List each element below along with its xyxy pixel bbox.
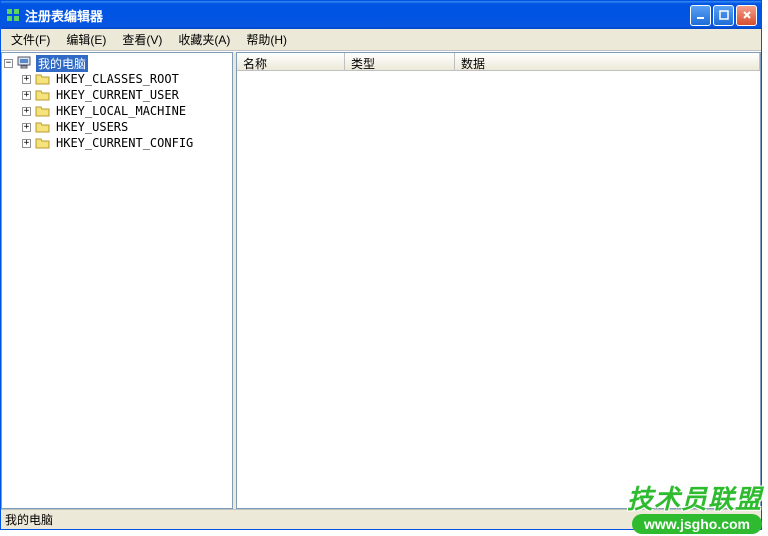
tree-node-label[interactable]: HKEY_CLASSES_ROOT [54,72,181,86]
minimize-button[interactable] [690,5,711,26]
titlebar[interactable]: 注册表编辑器 [1,1,761,29]
close-button[interactable] [736,5,757,26]
content-area: − 我的电脑 + HKEY_CLASSES_ROOT + HKEY_CURRENT_U… [1,51,761,509]
menubar: 文件(F) 编辑(E) 查看(V) 收藏夹(A) 帮助(H) [1,29,761,51]
window-title: 注册表编辑器 [25,6,690,25]
column-name[interactable]: 名称 [237,53,345,70]
list-body[interactable] [237,71,760,508]
status-path: 我的电脑 [5,511,53,528]
tree-node[interactable]: + HKEY_USERS [22,119,230,135]
tree-node-label[interactable]: HKEY_CURRENT_CONFIG [54,136,195,150]
menu-edit[interactable]: 编辑(E) [58,29,114,50]
tree-node-label[interactable]: HKEY_LOCAL_MACHINE [54,104,188,118]
window-controls [690,5,757,26]
tree-root-node[interactable]: − 我的电脑 [4,55,230,71]
tree-children: + HKEY_CLASSES_ROOT + HKEY_CURRENT_USER + HKE… [4,71,230,151]
registry-editor-window: 注册表编辑器 文件(F) 编辑(E) 查看(V) 收藏夹(A) 帮助(H) − … [0,0,762,530]
menu-file[interactable]: 文件(F) [3,29,58,50]
tree-root-label[interactable]: 我的电脑 [36,55,88,72]
expand-icon[interactable]: + [22,75,31,84]
folder-icon [35,72,51,86]
tree-node-label[interactable]: HKEY_USERS [54,120,130,134]
menu-view[interactable]: 查看(V) [114,29,170,50]
menu-help[interactable]: 帮助(H) [238,29,295,50]
tree-node[interactable]: + HKEY_CURRENT_USER [22,87,230,103]
folder-icon [35,120,51,134]
expand-icon[interactable]: + [22,91,31,100]
column-type[interactable]: 类型 [345,53,455,70]
expand-icon[interactable]: + [22,139,31,148]
folder-icon [35,136,51,150]
list-header: 名称 类型 数据 [237,53,760,71]
computer-icon [17,56,33,70]
folder-icon [35,104,51,118]
maximize-button[interactable] [713,5,734,26]
tree-pane[interactable]: − 我的电脑 + HKEY_CLASSES_ROOT + HKEY_CURRENT_U… [1,52,233,509]
tree-node-label[interactable]: HKEY_CURRENT_USER [54,88,181,102]
folder-icon [35,88,51,102]
expand-icon[interactable]: + [22,123,31,132]
tree-node[interactable]: + HKEY_CLASSES_ROOT [22,71,230,87]
list-pane[interactable]: 名称 类型 数据 [236,52,761,509]
statusbar: 我的电脑 [1,509,761,529]
column-data[interactable]: 数据 [455,53,760,70]
expand-icon[interactable]: + [22,107,31,116]
tree-node[interactable]: + HKEY_LOCAL_MACHINE [22,103,230,119]
app-icon [5,7,21,23]
menu-favorites[interactable]: 收藏夹(A) [170,29,238,50]
collapse-icon[interactable]: − [4,59,13,68]
tree-node[interactable]: + HKEY_CURRENT_CONFIG [22,135,230,151]
